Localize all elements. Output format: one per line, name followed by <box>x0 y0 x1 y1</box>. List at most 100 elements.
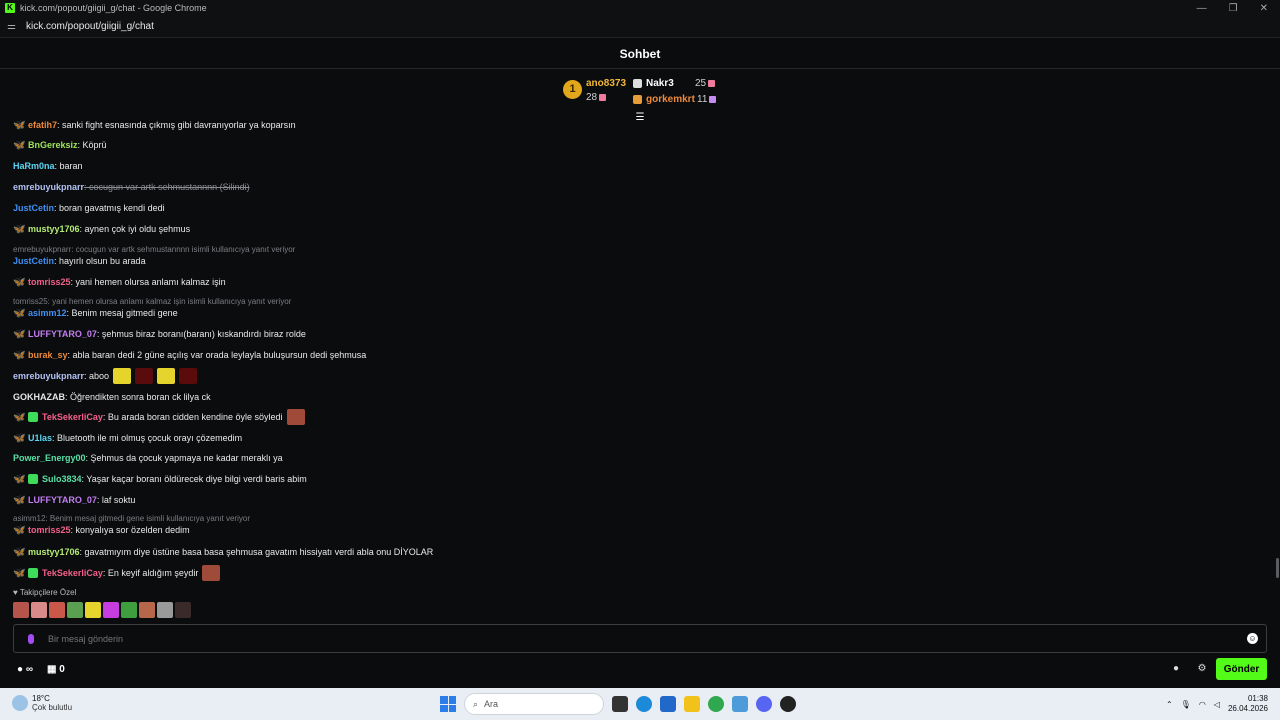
emote-image[interactable] <box>286 409 305 425</box>
message-username[interactable]: Power_Energy00 <box>13 453 86 463</box>
subscriber-badge-icon: 🦋 <box>13 328 26 340</box>
followers-emote-row[interactable] <box>13 602 191 618</box>
chat-message: 🦋 LUFFYTARO_07: laf soktu <box>13 493 135 507</box>
chrome-icon[interactable] <box>708 696 724 712</box>
emote-button[interactable] <box>13 602 29 618</box>
emote-button[interactable] <box>49 602 65 618</box>
chat-messages[interactable]: 🦋 efatih7: sanki fight esnasında çıkmış g… <box>0 118 1270 620</box>
leader-third-name[interactable]: gorkemkrt <box>646 94 695 105</box>
message-username[interactable]: U1las <box>28 433 52 443</box>
message-input[interactable] <box>48 633 1228 644</box>
emote-button[interactable] <box>103 602 119 618</box>
leader-first-count-wrap: 28 <box>586 92 607 103</box>
subscriber-badge-icon: 🦋 <box>13 276 26 288</box>
message-username[interactable]: BnGereksiz <box>28 140 78 150</box>
message-username[interactable]: LUFFYTARO_07 <box>28 329 97 339</box>
message-text: : yani hemen olursa anlamı kalmaz işin <box>70 277 226 287</box>
store-wrap[interactable]: ▦ 0 <box>47 664 65 675</box>
leader-first-name[interactable]: ano8373 <box>586 78 626 89</box>
windows-taskbar: 18°C Çok bulutlu ⌕ Ara ⌃ 🎙 ◠ ◁ 01:38 26.… <box>0 688 1280 720</box>
close-icon[interactable]: ✕ <box>1260 3 1268 14</box>
message-text: : gavatmıyım diye üstüne basa basa şehmu… <box>79 547 434 557</box>
message-text: : sanki fight esnasında çıkmış gibi davr… <box>57 120 296 130</box>
address-bar[interactable]: ⚌ kick.com/popout/giigii_g/chat <box>0 16 1280 38</box>
message-username[interactable]: TekSekerliCay <box>42 412 103 422</box>
send-button[interactable]: Gönder <box>1216 658 1267 680</box>
emote-button[interactable] <box>175 602 191 618</box>
emote-image[interactable] <box>157 368 176 384</box>
leader-second-row[interactable]: Nakr3 <box>633 78 674 89</box>
first-place-medal-icon: 1 <box>563 80 582 99</box>
emote-button[interactable] <box>31 602 47 618</box>
message-username[interactable]: mustyy1706 <box>28 547 80 557</box>
microphone-tray-icon[interactable]: 🎙 <box>1181 700 1191 709</box>
emote-button[interactable] <box>121 602 137 618</box>
message-username[interactable]: asimm12 <box>28 308 67 318</box>
scrollbar[interactable] <box>1276 558 1279 578</box>
start-icon[interactable] <box>440 696 456 712</box>
chat-bubble-icon[interactable]: ● <box>1170 663 1182 675</box>
site-settings-icon[interactable]: ⚌ <box>7 21 19 32</box>
chat-message: emrebuyukpnarr: cocugun var artk sehmust… <box>13 180 250 194</box>
task-view-icon[interactable] <box>612 696 628 712</box>
message-username[interactable]: emrebuyukpnarr <box>13 371 84 381</box>
settings-gear-icon[interactable]: ⚙ <box>1196 663 1208 675</box>
message-username[interactable]: TekSekerliCay <box>42 568 103 578</box>
minimize-icon[interactable]: — <box>1197 3 1207 14</box>
system-tray: ⌃ 🎙 ◠ ◁ 01:38 26.04.2026 <box>1166 694 1268 714</box>
microphone-icon[interactable] <box>28 633 34 644</box>
chat-bottom-bar: ● ∞ ▦ 0 ● ⚙ Gönder <box>0 656 1280 686</box>
message-username[interactable]: mustyy1706 <box>28 224 80 234</box>
emote-image[interactable] <box>113 368 132 384</box>
app-icon[interactable] <box>780 696 796 712</box>
message-username[interactable]: HaRm0na <box>13 161 55 171</box>
taskbar-search[interactable]: ⌕ Ara <box>464 693 604 715</box>
subscriber-badge-icon: 🦋 <box>13 546 26 558</box>
volume-icon[interactable]: ◁ <box>1214 700 1220 709</box>
store-app-icon[interactable] <box>660 696 676 712</box>
message-username[interactable]: emrebuyukpnarr <box>13 182 84 192</box>
chat-message: 🦋 burak_sy: abla baran dedi 2 güne açılış… <box>13 348 366 362</box>
emote-image[interactable] <box>135 368 154 384</box>
message-username[interactable]: LUFFYTARO_07 <box>28 495 97 505</box>
message-username[interactable]: JustCetin <box>13 256 54 266</box>
message-username[interactable]: efatih7 <box>28 120 57 130</box>
leader-third-row[interactable]: gorkemkrt <box>633 94 695 105</box>
message-username[interactable]: GOKHAZAB <box>13 392 65 402</box>
emoji-picker-icon[interactable]: ☺ <box>1247 633 1258 644</box>
app-icon[interactable] <box>732 696 748 712</box>
gift-icon <box>599 93 607 101</box>
emote-button[interactable] <box>139 602 155 618</box>
discord-icon[interactable] <box>756 696 772 712</box>
points-icon-wrap[interactable]: ● ∞ <box>17 664 33 675</box>
message-text: : Köprü <box>77 140 107 150</box>
chat-message: 🦋 BnGereksiz: Köprü <box>13 138 107 152</box>
emote-button[interactable] <box>157 602 173 618</box>
emote-image[interactable] <box>202 565 221 581</box>
message-username[interactable]: JustCetin <box>13 203 54 213</box>
emote-image[interactable] <box>179 368 198 384</box>
chat-message: emrebuyukpnarr: aboo <box>13 368 198 384</box>
message-username[interactable]: tomriss25 <box>28 277 71 287</box>
url-text[interactable]: kick.com/popout/giigii_g/chat <box>26 21 154 32</box>
message-username[interactable]: burak_sy <box>28 350 68 360</box>
message-composer[interactable]: ☺ <box>13 624 1267 653</box>
wifi-icon[interactable]: ◠ <box>1199 700 1206 709</box>
gift-icon <box>708 79 716 87</box>
message-username[interactable]: Sulo3834 <box>42 474 82 484</box>
subscriber-badge-icon: 🦋 <box>13 432 26 444</box>
file-explorer-icon[interactable] <box>684 696 700 712</box>
emote-button[interactable] <box>85 602 101 618</box>
restore-icon[interactable]: ❐ <box>1229 3 1238 14</box>
message-text: : abla baran dedi 2 güne açılış var orad… <box>67 350 367 360</box>
gift-leaderboard[interactable]: 1 ano8373 28 Nakr3 25 gorkemkrt 11 <box>560 75 730 109</box>
edge-icon[interactable] <box>636 696 652 712</box>
leader-second-name[interactable]: Nakr3 <box>646 78 674 89</box>
message-text: : laf soktu <box>96 495 136 505</box>
message-username[interactable]: tomriss25 <box>28 525 71 535</box>
chevron-up-icon[interactable]: ⌃ <box>1166 700 1173 709</box>
emote-button[interactable] <box>67 602 83 618</box>
weather-widget[interactable]: 18°C Çok bulutlu <box>12 694 72 712</box>
clock[interactable]: 01:38 26.04.2026 <box>1228 694 1268 714</box>
message-text: : şehmus biraz boranı(baranı) kıskandırd… <box>96 329 306 339</box>
